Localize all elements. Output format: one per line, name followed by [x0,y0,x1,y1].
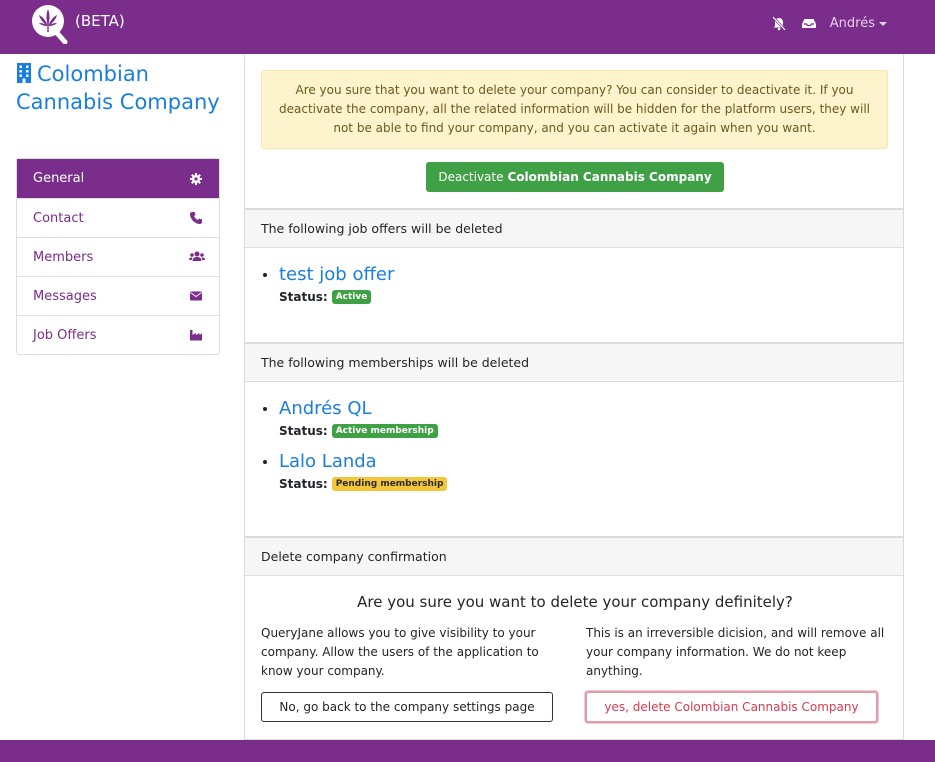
deactivate-prefix: Deactivate [438,170,504,184]
memberships-card: The following memberships will be delete… [244,343,904,537]
job-offers-header: The following job offers will be deleted [245,210,903,248]
sidebar-item-label: Messages [33,288,97,304]
status-badge: Pending membership [331,477,448,491]
job-offers-list: test job offer Status: Active [245,248,903,304]
status-badge: Active membership [331,424,438,438]
logo-icon[interactable] [31,2,69,45]
phone-icon [189,211,203,225]
irreversible-text: This is an irreversible dicision, and wi… [586,626,885,678]
company-name: Colombian Cannabis Company [16,62,220,114]
bell-slash-icon[interactable] [770,14,788,32]
main-content: Are you sure that you want to delete you… [244,54,904,740]
factory-icon [189,328,203,342]
user-name: Andrés [829,15,875,31]
sidebar-item-contact[interactable]: Contact [17,198,219,237]
status-line: Status: Active [279,290,903,304]
job-offers-card: The following job offers will be deleted… [244,209,904,343]
deactivate-card: Are you sure that you want to delete you… [244,54,904,209]
status-label: Status: [279,290,328,304]
bullet [263,273,267,277]
list-item: Andrés QL Status: Active membership [263,396,903,438]
footer-bar [0,740,935,762]
status-label: Status: [279,424,328,438]
memberships-header: The following memberships will be delete… [245,344,903,382]
visibility-text: QueryJane allows you to give visibility … [261,626,539,678]
users-icon [189,250,205,264]
sidebar-item-label: Members [33,249,94,265]
building-icon [16,63,32,89]
sidebar-item-members[interactable]: Members [17,237,219,276]
sidebar-menu: General Contact Members Messages Job Off… [16,158,220,355]
sidebar-item-general[interactable]: General [17,159,219,198]
user-menu[interactable]: Andrés [830,16,887,31]
deactivate-company-name: Colombian Cannabis Company [507,170,712,184]
member-link[interactable]: Lalo Landa [279,449,903,475]
gear-icon [189,172,203,186]
chevron-down-icon [879,22,887,26]
bullet [263,460,267,464]
sidebar-item-messages[interactable]: Messages [17,276,219,315]
status-line: Status: Active membership [279,424,903,438]
job-offer-link[interactable]: test job offer [279,262,903,288]
status-label: Status: [279,477,328,491]
status-badge: Active [331,290,372,304]
status-line: Status: Pending membership [279,477,903,491]
delete-confirmation-card: Delete company confirmation Are you sure… [244,537,904,740]
company-title: Colombian Cannabis Company [16,61,226,115]
sidebar-item-label: General [33,171,85,186]
go-back-button[interactable]: No, go back to the company settings page [261,692,553,722]
sidebar-item-label: Contact [33,210,84,226]
deactivate-button[interactable]: Deactivate Colombian Cannabis Company [426,162,724,192]
memberships-list: Andrés QL Status: Active membership Lalo… [245,382,903,491]
confirmation-question: Are you sure you want to delete your com… [357,593,793,611]
beta-label: (BETA) [75,12,125,30]
sidebar-item-job-offers[interactable]: Job Offers [17,315,219,354]
sidebar-item-label: Job Offers [33,327,97,343]
bullet [263,407,267,411]
delete-company-button[interactable]: yes, delete Colombian Cannabis Company [585,691,878,723]
inbox-icon[interactable] [800,14,818,32]
navbar-right: Andrés [770,14,887,32]
top-navbar: (BETA) Andrés [0,0,935,54]
warning-alert: Are you sure that you want to delete you… [261,70,888,149]
envelope-icon [189,289,203,303]
list-item: Lalo Landa Status: Pending membership [263,449,903,491]
delete-confirmation-header: Delete company confirmation [245,538,903,576]
brand[interactable]: (BETA) [31,2,125,45]
member-link[interactable]: Andrés QL [279,396,903,422]
list-item: test job offer Status: Active [263,262,903,304]
